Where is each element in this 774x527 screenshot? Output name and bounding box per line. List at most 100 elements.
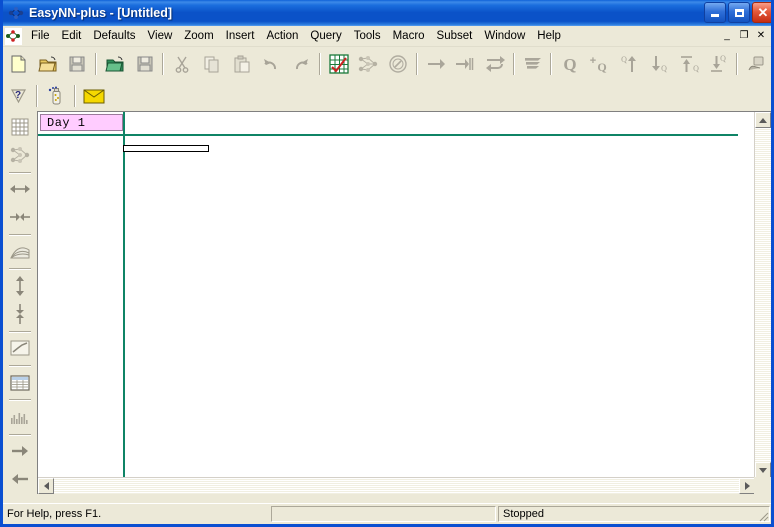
open-grid-icon[interactable] — [101, 50, 129, 78]
svg-text:Q: Q — [564, 55, 577, 74]
arrow-right-icon[interactable] — [422, 50, 450, 78]
menu-item-insert[interactable]: Insert — [220, 28, 261, 44]
svg-text:+: + — [590, 55, 596, 67]
expand-vertical-icon[interactable] — [6, 272, 34, 299]
step-back-icon[interactable] — [6, 466, 34, 493]
toolbar-separator — [550, 53, 553, 75]
menu-item-action[interactable]: Action — [260, 28, 304, 44]
status-state-panel: Stopped — [498, 506, 770, 522]
grid-surface[interactable]: Day 1 — [38, 112, 738, 478]
save-grid-icon[interactable] — [131, 50, 159, 78]
toolbar-separator — [9, 330, 31, 333]
compass-dial-icon[interactable] — [384, 50, 412, 78]
resize-grip[interactable] — [756, 509, 770, 523]
grid-view-icon[interactable] — [6, 113, 34, 140]
horizontal-scrollbar[interactable] — [38, 477, 755, 494]
query-down-icon[interactable]: Q — [645, 50, 673, 78]
wizard-bottle-icon[interactable] — [42, 82, 70, 110]
window-title: EasyNN-plus - [Untitled] — [29, 6, 173, 20]
scroll-right-arrow[interactable] — [739, 478, 755, 494]
toolbar-separator — [9, 365, 31, 367]
toolbar-separator — [736, 53, 739, 75]
network-view-icon[interactable] — [6, 141, 34, 168]
toolbar-separator — [162, 53, 165, 75]
layers-icon[interactable] — [519, 50, 547, 78]
toolbar-separator — [95, 53, 98, 75]
query-bottom-icon[interactable]: Q — [705, 50, 733, 78]
application-window: EasyNN-plus - [Untitled] ✕ File Edit Def… — [0, 0, 774, 527]
menu-bar: File Edit Defaults View Zoom Insert Acti… — [3, 26, 771, 47]
expand-horizontal-icon[interactable] — [6, 176, 34, 203]
add-query-icon[interactable]: + Q — [586, 50, 614, 78]
new-file-icon[interactable] — [4, 50, 32, 78]
document-app-icon[interactable] — [5, 27, 22, 45]
arrow-return-icon[interactable] — [481, 50, 509, 78]
status-help-text: For Help, press F1. — [7, 508, 102, 520]
toolbar-separator — [9, 234, 31, 236]
toolbar-separator — [512, 53, 515, 75]
mdi-restore-button[interactable]: ❐ — [736, 28, 752, 43]
line-chart-icon[interactable] — [6, 335, 34, 362]
menu-item-file[interactable]: File — [25, 28, 56, 44]
easynn-logo-icon — [7, 4, 25, 22]
open-file-icon[interactable] — [34, 50, 62, 78]
contract-horizontal-icon[interactable] — [6, 204, 34, 231]
bar-chart-icon[interactable] — [6, 403, 34, 430]
curve-graph-icon[interactable] — [6, 238, 34, 265]
neural-network-icon[interactable] — [354, 50, 382, 78]
close-button[interactable]: ✕ — [752, 2, 771, 23]
svg-text:Q: Q — [597, 60, 606, 74]
copy-icon[interactable] — [198, 50, 226, 78]
table-view-icon[interactable] — [6, 369, 34, 396]
menu-item-view[interactable]: View — [142, 28, 179, 44]
mdi-close-button[interactable]: ✕ — [753, 28, 769, 43]
toolbar-separator — [9, 433, 31, 436]
arrow-to-bar-icon[interactable] — [451, 50, 479, 78]
lock-hand-icon[interactable] — [742, 50, 770, 78]
scrollbar-corner — [754, 477, 771, 494]
menu-item-window[interactable]: Window — [478, 28, 531, 44]
query-top-icon[interactable]: Q — [675, 50, 703, 78]
vertical-scrollbar[interactable] — [754, 112, 771, 478]
grid-chart-icon[interactable] — [325, 50, 353, 78]
save-file-icon[interactable] — [63, 50, 91, 78]
column-header-day1[interactable]: Day 1 — [40, 114, 123, 131]
menu-item-subset[interactable]: Subset — [431, 28, 479, 44]
menu-item-macro[interactable]: Macro — [387, 28, 431, 44]
menu-item-zoom[interactable]: Zoom — [178, 28, 219, 44]
status-bar: For Help, press F1. Stopped — [3, 503, 771, 524]
svg-text:Q: Q — [661, 64, 667, 73]
toolbar-separator — [415, 53, 418, 75]
help-arrow-icon[interactable]: ? — [4, 82, 32, 110]
undo-icon[interactable] — [257, 50, 285, 78]
grid-client-area[interactable]: Day 1 — [37, 111, 771, 494]
contract-vertical-icon[interactable] — [6, 301, 34, 328]
query-icon[interactable]: Q — [556, 50, 584, 78]
title-bar: EasyNN-plus - [Untitled] ✕ — [3, 0, 771, 26]
menu-item-edit[interactable]: Edit — [56, 28, 88, 44]
mdi-minimize-button[interactable]: _ — [719, 28, 735, 43]
maximize-button[interactable] — [728, 2, 750, 23]
mail-envelope-icon[interactable] — [80, 82, 108, 110]
menu-item-query[interactable]: Query — [304, 28, 347, 44]
left-toolbar — [3, 111, 37, 494]
redo-icon[interactable] — [287, 50, 315, 78]
data-bar[interactable] — [123, 145, 209, 152]
toolbar-separator — [9, 171, 31, 174]
minimize-button[interactable] — [704, 2, 726, 23]
cut-icon[interactable] — [168, 50, 196, 78]
svg-text:Q: Q — [693, 64, 699, 73]
scroll-up-arrow[interactable] — [755, 112, 771, 128]
svg-text:?: ? — [15, 90, 21, 101]
main-toolbar: Q + Q Q Q Q Q — [3, 47, 771, 81]
secondary-toolbar: ? — [3, 81, 771, 111]
paste-icon[interactable] — [228, 50, 256, 78]
step-forward-icon[interactable] — [6, 438, 34, 465]
query-up-icon[interactable]: Q — [616, 50, 644, 78]
menu-item-defaults[interactable]: Defaults — [87, 28, 141, 44]
menu-item-help[interactable]: Help — [531, 28, 567, 44]
scroll-left-arrow[interactable] — [38, 478, 54, 494]
menu-item-tools[interactable]: Tools — [348, 28, 387, 44]
window-controls: ✕ — [704, 2, 771, 23]
scroll-down-arrow[interactable] — [755, 462, 771, 478]
